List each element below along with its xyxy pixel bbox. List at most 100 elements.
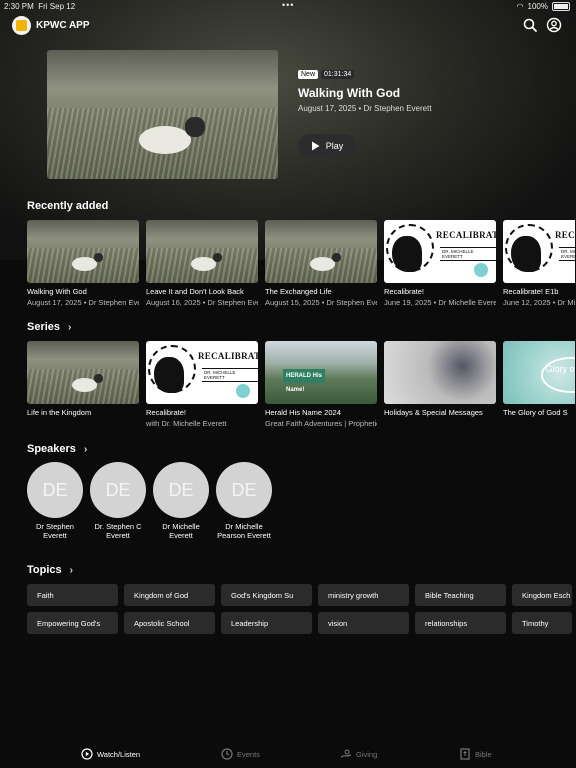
thumb-text: HERALD His Name! [283,369,325,393]
media-card[interactable]: The Exchanged Life August 15, 2025 • Dr … [265,220,377,307]
chevron-right-icon: › [69,564,73,576]
search-icon[interactable] [522,17,538,33]
battery-icon [552,2,570,11]
speaker-item[interactable]: DE Dr. Stephen C Everett [90,462,146,540]
tab-watch-listen[interactable]: Watch/Listen [81,748,140,760]
card-title: Recalibrate! [384,287,425,296]
topic-chip[interactable]: Kingdom Esch [512,584,572,606]
speaker-name: Dr Michelle Pearson Everett [217,522,271,540]
speaker-name: Dr Stephen Everett [36,522,74,540]
status-bar: 2:30 PM Fri Sep 12 ••• ◠ 100% [0,0,576,12]
card-subtitle: June 19, 2025 • Dr Michelle Everett [384,298,496,307]
card-subtitle: August 15, 2025 • Dr Stephen Everett [265,298,377,307]
topic-chip[interactable]: Empowering God's [27,612,118,634]
tab-bible[interactable]: Bible [459,748,492,760]
card-title: Herald His Name 2024 [265,408,341,417]
card-title: The Glory of God S [503,408,568,417]
series-card[interactable]: HERALD His Name! Herald His Name 2024 Gr… [265,341,377,428]
topic-chip[interactable]: Faith [27,584,118,606]
status-right: ◠ 100% [517,2,570,11]
hero-title: Walking With God [298,86,401,100]
tab-giving[interactable]: Giving [340,748,377,760]
card-title: Leave It and Don't Look Back [146,287,244,296]
duration-badge: 01:31:34 [321,70,355,79]
speaker-item[interactable]: DE Dr Michelle Everett [153,462,209,540]
card-subtitle: Great Faith Adventures | Prophetic [265,419,377,428]
series-heading[interactable]: Series › [27,321,71,333]
card-subtitle: with Dr. Michelle Everett [146,419,227,428]
app-logo [12,16,31,35]
card-thumbnail [384,341,496,404]
account-icon[interactable] [546,17,562,33]
card-subtitle: August 17, 2025 • Dr Stephen Everett [27,298,139,307]
series-row: Life in the Kingdom RECALIBRATE! DR. MIC… [27,341,575,428]
card-thumbnail: RECALIBRATE! DR. MICHELLE EVERETT [146,341,258,404]
topic-chip[interactable]: Leadership [221,612,312,634]
thumb-text: DR. MICHELLE EVERETT [440,247,496,261]
topics-row-2: Empowering God's Apostolic School Leader… [27,612,572,634]
series-card[interactable]: RECALIBRATE! DR. MICHELLE EVERETT Recali… [146,341,258,428]
multitask-dots[interactable]: ••• [282,0,294,10]
section-title: Series [27,321,61,333]
clock-icon [221,748,233,760]
play-button[interactable]: Play [298,134,356,158]
play-circle-icon [81,748,93,760]
hero-subtitle: August 17, 2025 • Dr Stephen Everett [298,104,432,113]
series-card[interactable]: Glory of God The Glory of God S [503,341,575,428]
card-title: Recalibrate! E1b [503,287,559,296]
media-card[interactable]: Leave It and Don't Look Back August 16, … [146,220,258,307]
app-header: KPWC APP [0,14,576,38]
topic-chip[interactable]: relationships [415,612,506,634]
wifi-icon: ◠ [516,2,524,11]
topic-chip[interactable]: Bible Teaching [415,584,506,606]
play-label: Play [325,141,344,151]
giving-hand-icon [340,749,352,758]
speakers-heading[interactable]: Speakers › [27,443,87,455]
thumb-text: Glory of God [541,357,575,393]
card-thumbnail [146,220,258,283]
speaker-item[interactable]: DE Dr Stephen Everett [27,462,83,540]
app-title: KPWC APP [36,20,90,31]
topic-chip[interactable]: God's Kingdom Su [221,584,312,606]
card-thumbnail [27,341,139,404]
avatar: DE [90,462,146,518]
series-card[interactable]: Holidays & Special Messages [384,341,496,428]
avatar: DE [216,462,272,518]
topic-chip[interactable]: ministry growth [318,584,409,606]
rocket-logo-icon [236,384,250,398]
media-card[interactable]: Walking With God August 17, 2025 • Dr St… [27,220,139,307]
card-subtitle: August 16, 2025 • Dr Stephen Everett [146,298,258,307]
play-icon [311,141,320,151]
topic-chip[interactable]: vision [318,612,409,634]
speaker-name: Dr Michelle Everett [162,522,200,540]
thumb-text: RECALIBRATE! [436,230,496,240]
section-title: Speakers [27,443,76,455]
avatar: DE [153,462,209,518]
recently-added-row: Walking With God August 17, 2025 • Dr St… [27,220,575,307]
avatar: DE [27,462,83,518]
topic-chip[interactable]: Timothy [512,612,572,634]
tab-label: Bible [475,749,492,759]
section-title: Topics [27,564,62,576]
topic-chip[interactable]: Kingdom of God [124,584,215,606]
card-thumbnail: RECALIBRATE! DR. MICHELLE EVERETT [384,220,496,283]
hero-thumbnail[interactable] [47,50,278,179]
topics-heading[interactable]: Topics › [27,564,73,576]
chevron-right-icon: › [68,321,72,333]
thumb-text: DR. MICHELLE EVERETT [559,247,575,261]
media-card[interactable]: RECALIBRATE! DR. MICHELLE EVERETT Recali… [503,220,575,307]
topic-chip[interactable]: Apostolic School [124,612,215,634]
card-title: Life in the Kingdom [27,408,92,417]
card-title: The Exchanged Life [265,287,332,296]
card-thumbnail [27,220,139,283]
tab-events[interactable]: Events [221,748,260,760]
rocket-logo-icon [474,263,488,277]
card-title: Walking With God [27,287,87,296]
topics-row-1: Faith Kingdom of God God's Kingdom Su mi… [27,584,572,606]
media-card[interactable]: RECALIBRATE! DR. MICHELLE EVERETT Recali… [384,220,496,307]
speaker-item[interactable]: DE Dr Michelle Pearson Everett [216,462,272,540]
status-time-date: 2:30 PM Fri Sep 12 [4,2,76,11]
thumb-text: RECALIBRATE! [198,351,258,361]
chevron-right-icon: › [83,443,88,455]
series-card[interactable]: Life in the Kingdom [27,341,139,428]
